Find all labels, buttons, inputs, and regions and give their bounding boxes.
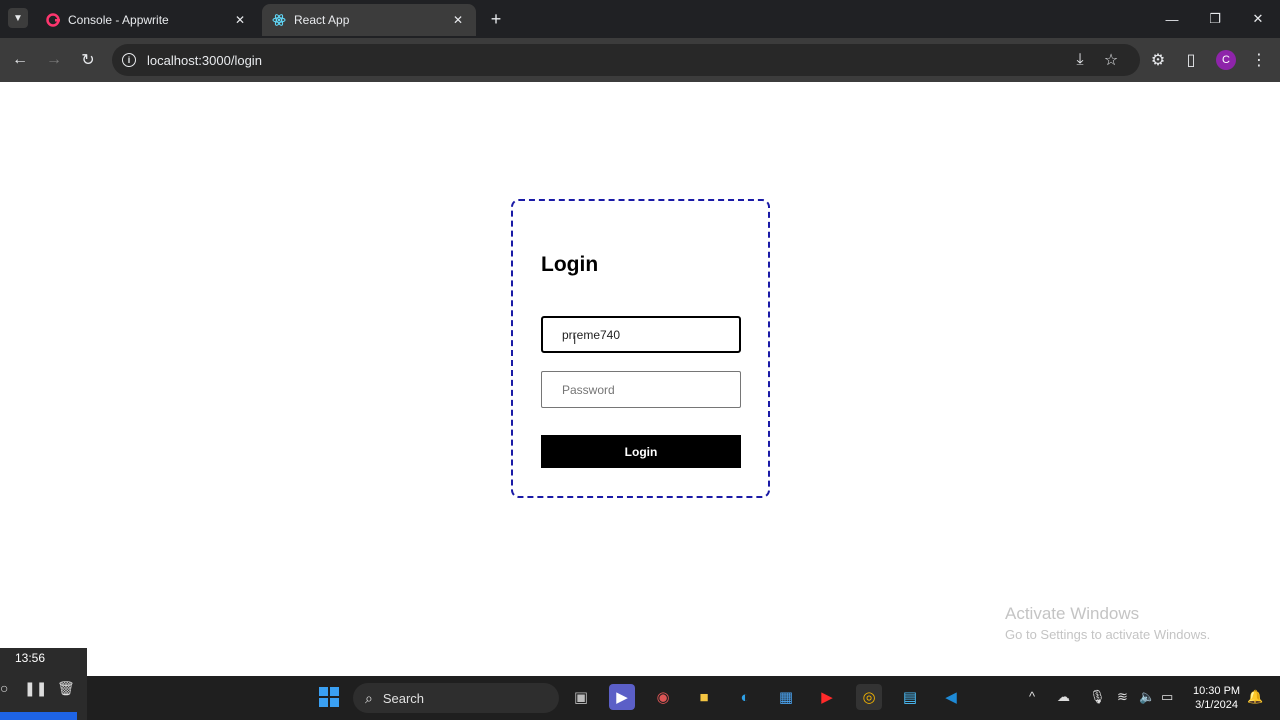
watermark-title: Activate Windows [1005,604,1140,623]
close-icon: ✕ [1252,11,1264,26]
system-clock[interactable]: 10:30 PM 3/1/2024 [1193,684,1240,712]
edge-icon[interactable]: ◐ [732,684,758,710]
plus-icon: + [490,8,502,29]
back-button[interactable]: ← [8,48,32,72]
recording-time: 13:56 [15,651,46,665]
store-icon[interactable]: ▦ [773,684,799,710]
side-panel-button[interactable]: ▯ [1179,48,1203,72]
pause-icon[interactable]: ❚❚ [24,680,47,697]
volume-icon[interactable]: 🔈 [1139,689,1155,705]
password-input[interactable] [541,371,741,408]
login-heading: Login [541,253,599,276]
side-panel-icon: ▯ [1186,52,1196,69]
file-explorer-icon[interactable]: ■ [691,684,717,710]
browser-toolbar: ← → ↻ i localhost:3000/login ⤓ ☆ ⚙ ▯ C ⋮ [0,38,1280,82]
taskbar-search[interactable]: ⌕ Search [353,683,559,713]
username-input[interactable] [541,316,741,353]
close-icon[interactable]: ✕ [450,12,466,28]
info-icon[interactable]: i [122,53,136,67]
tab-strip: ▼ Console - Appwrite ✕ React App ✕ + — ❐… [0,0,1280,38]
reload-icon: ↻ [81,52,95,69]
notification-bell-icon[interactable]: 🔔 [1247,689,1263,705]
arrow-left-icon: ← [12,51,28,68]
clock-time: 10:30 PM [1193,685,1241,697]
tab-console-appwrite[interactable]: Console - Appwrite ✕ [36,4,258,36]
bookmark-button[interactable]: ☆ [1099,48,1123,72]
profile-avatar[interactable]: C [1216,50,1236,70]
star-icon: ☆ [1103,52,1119,69]
close-icon[interactable]: ✕ [232,12,248,28]
restore-button[interactable]: ❐ [1203,8,1227,30]
minimize-icon: — [1165,11,1179,27]
battery-icon[interactable]: ▭ [1161,689,1173,705]
chevron-down-icon: ▼ [13,12,23,24]
notepad-icon[interactable]: ▤ [897,684,923,710]
watermark-subtitle: Go to Settings to activate Windows. [1005,627,1211,642]
login-card: Login Login [511,199,770,498]
activate-windows-watermark: Activate Windows Go to Settings to activ… [1005,604,1210,642]
windows-logo-icon [319,687,339,707]
puzzle-icon: ⚙ [1150,52,1166,69]
search-icon: ⌕ [365,689,373,706]
forward-button[interactable]: → [42,48,66,72]
teams-icon[interactable]: ▶ [609,684,635,710]
restore-icon: ❐ [1209,11,1221,26]
tab-title: Console - Appwrite [68,13,169,27]
windows-start-button[interactable] [316,684,342,710]
tab-search-button[interactable]: ▼ [8,8,28,28]
record-icon[interactable]: ○ [0,680,8,696]
appwrite-icon [46,13,60,27]
arrow-right-icon: → [46,51,62,68]
media-player-icon[interactable]: ◉ [650,684,676,710]
trash-icon[interactable]: 🗑 [57,680,75,697]
tab-react-app[interactable]: React App ✕ [262,4,476,36]
youtube-icon[interactable]: ▶ [814,684,840,710]
install-icon: ⤓ [1076,51,1084,68]
wifi-icon[interactable]: ≋ [1117,689,1128,705]
minimize-button[interactable]: — [1160,8,1184,30]
more-vertical-icon: ⋮ [1251,52,1267,69]
extensions-button[interactable]: ⚙ [1146,48,1170,72]
recorder-progress-bar [0,712,77,720]
search-label: Search [382,690,425,706]
url-text[interactable]: localhost:3000/login [147,53,262,68]
vscode-icon[interactable]: ◀ [938,684,964,710]
login-button[interactable]: Login [541,435,741,468]
task-view-icon[interactable]: ▣ [568,684,594,710]
onedrive-icon[interactable]: ☁ [1057,689,1070,705]
address-bar[interactable]: i localhost:3000/login [112,44,1140,76]
windows-taskbar: ⌕ Search ▣ ▶ ◉ ■ ◐ ▦ ▶ ◎ ▤ ◀ ^ ☁ 🎙 ≋ 🔈 ▭… [87,676,1280,720]
window-close-button[interactable]: ✕ [1246,8,1270,30]
chrome-icon[interactable]: ◎ [856,684,882,710]
text-cursor-icon: I [573,333,577,347]
tab-title: React App [294,13,350,27]
react-icon [272,14,286,26]
new-tab-button[interactable]: + [486,9,506,29]
chevron-up-icon[interactable]: ^ [1029,689,1035,704]
recorder-widget: 13:56 ○ ❚❚ 🗑 [0,648,87,720]
browser-menu-button[interactable]: ⋮ [1247,48,1271,72]
clock-date: 3/1/2024 [1195,699,1238,711]
install-app-button[interactable]: ⤓ [1068,48,1092,72]
microphone-icon[interactable]: 🎙 [1089,689,1106,705]
reload-button[interactable]: ↻ [76,48,100,72]
